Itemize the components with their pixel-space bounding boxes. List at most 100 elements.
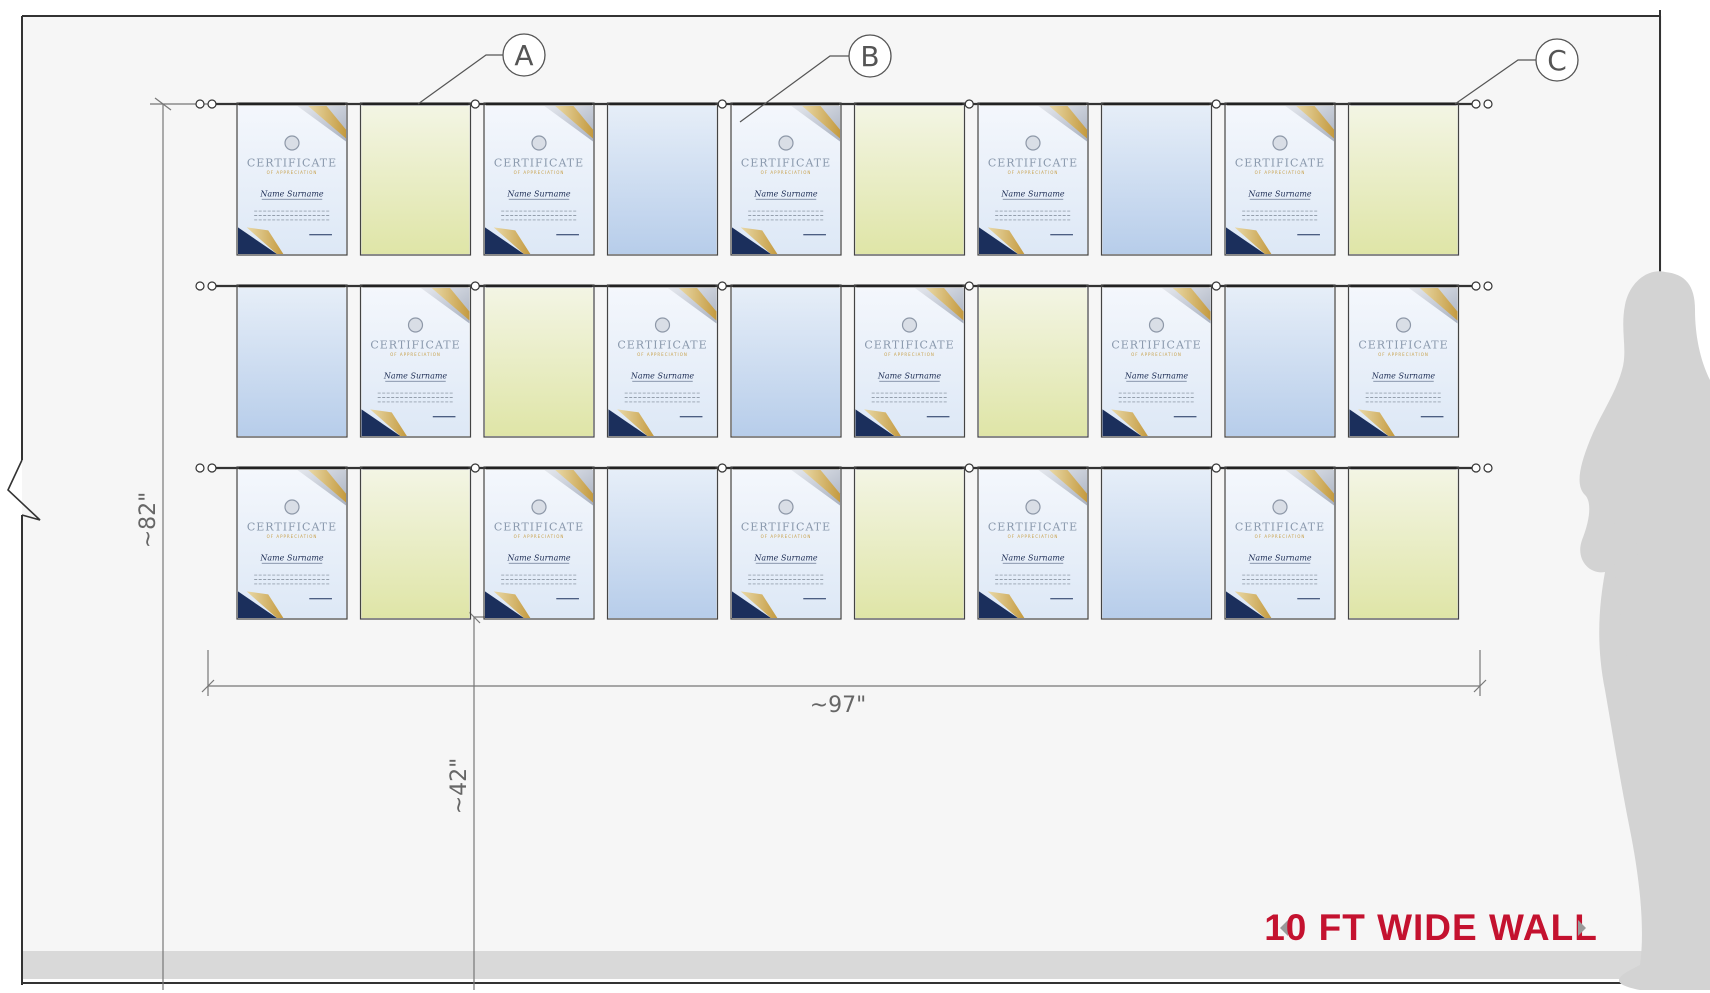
rail-connector [964,99,974,109]
rail-end-cap [207,99,217,109]
frame-panel-blue [1102,470,1211,618]
frame-certificate: CERTIFICATEOF APPRECIATION Name Surname [483,102,595,256]
frame-certificate: CERTIFICATEOF APPRECIATION Name Surname [236,102,348,256]
certificate-title: CERTIFICATE [247,157,337,170]
frame-blue [1224,284,1336,438]
floor-strip [22,951,1662,979]
certificate-title: CERTIFICATE [988,521,1078,534]
rail-connector [1211,99,1221,109]
certificate-subtitle: OF APPRECIATION [267,534,318,539]
width-dimension-label: ~97" [810,693,867,718]
certificate-seal-icon [778,135,794,151]
frame-panel-yellow [979,288,1087,436]
certificate-subtitle: OF APPRECIATION [1378,352,1429,357]
frame-panel-blue [1102,106,1211,254]
frame-blue [236,284,348,438]
rail-end-cap [195,463,205,473]
callout-c-label: C [1547,44,1567,77]
certificate-subtitle: OF APPRECIATION [761,170,812,175]
certificate-name: Name Surname [630,371,695,380]
rail-connector [717,281,727,291]
certificate-title: CERTIFICATE [741,521,831,534]
certificate-seal-icon [901,317,918,333]
certificate-name: Name Surname [1124,371,1189,380]
height-dimension-label: ~82" [136,492,161,549]
certificate-seal-icon [531,135,547,151]
frame-yellow [1347,102,1460,256]
certificate-name: Name Surname [753,553,818,562]
certificate-title: CERTIFICATE [1111,339,1201,352]
certificate-seal-icon [284,135,300,151]
certificate-title: CERTIFICATE [370,339,460,352]
certificate-title: CERTIFICATE [617,339,707,352]
rail-end-cap [207,281,217,291]
frame-yellow [853,102,966,256]
rail-end-cap [195,281,205,291]
rail-end-cap [1471,99,1481,109]
rail-end-cap [1471,463,1481,473]
certificate-name: Name Surname [259,553,324,562]
frame-certificate: CERTIFICATEOF APPRECIATION Name Surname [1224,102,1336,256]
certificate-name: Name Surname [259,189,324,198]
certificate-seal-icon [284,499,300,515]
certificate-title: CERTIFICATE [988,157,1078,170]
frame-panel-yellow [361,470,470,618]
frame-panel-yellow [1349,106,1458,254]
certificate-seal-icon [407,317,424,333]
rail-end-cap [207,463,217,473]
rail-connector [470,281,480,291]
rail-connector [1211,463,1221,473]
certificate-name: Name Surname [506,189,571,198]
certificate-subtitle: OF APPRECIATION [267,170,318,175]
certificate-title: CERTIFICATE [741,157,831,170]
certificate-subtitle: OF APPRECIATION [514,170,565,175]
rail-end-cap [1483,463,1493,473]
certificate-seal-icon [531,499,547,515]
certificate-seal-icon [1395,317,1412,333]
certificate-title: CERTIFICATE [1358,339,1448,352]
bottom-height-dimension-label: ~42" [447,758,472,815]
frame-panel-blue [1226,288,1334,436]
frame-panel-blue [608,470,717,618]
certificate-name: Name Surname [1247,189,1312,198]
certificate-subtitle: OF APPRECIATION [1255,534,1306,539]
certificate-subtitle: OF APPRECIATION [390,352,441,357]
frame-certificate: CERTIFICATEOF APPRECIATION Name Surname [483,466,595,620]
frame-certificate: CERTIFICATEOF APPRECIATION Name Surname [977,466,1089,620]
certificate-subtitle: OF APPRECIATION [637,352,688,357]
frame-panel-blue [608,106,717,254]
frame-yellow [359,102,472,256]
certificate-subtitle: OF APPRECIATION [1008,170,1059,175]
certificate-subtitle: OF APPRECIATION [514,534,565,539]
rail-end-cap [1471,281,1481,291]
certificate-seal-icon [1272,499,1288,515]
certificate-name: Name Surname [506,553,571,562]
frame-certificate: CERTIFICATEOF APPRECIATION Name Surname [730,102,842,256]
rail-end-cap [1483,281,1493,291]
rail-connector [1211,281,1221,291]
frame-panel-yellow [1349,470,1458,618]
certificate-subtitle: OF APPRECIATION [1008,534,1059,539]
certificate-name: Name Surname [877,371,942,380]
frame-yellow [359,466,472,620]
rail-connector [964,281,974,291]
certificate-name: Name Surname [1247,553,1312,562]
frame-certificate: CERTIFICATEOF APPRECIATION Name Surname [977,102,1089,256]
wall-layout-diagram: ~82" ~97" ~42" CERTIFICATEOF APPRECIATIO… [7,10,1710,991]
rail-connector [470,463,480,473]
certificate-name: Name Surname [1000,189,1065,198]
certificate-subtitle: OF APPRECIATION [1131,352,1182,357]
certificate-name: Name Surname [383,371,448,380]
rail-end-cap [195,99,205,109]
frame-blue [1100,466,1213,620]
frame-certificate: CERTIFICATEOF APPRECIATION Name Surname [359,284,472,438]
certificate-name: Name Surname [1000,553,1065,562]
frame-certificate: CERTIFICATEOF APPRECIATION Name Surname [1347,284,1460,438]
callout-b-label: B [860,40,879,73]
certificate-seal-icon [1025,499,1041,515]
certificate-title: CERTIFICATE [864,339,954,352]
frame-panel-yellow [855,470,964,618]
frame-panel-blue [238,288,346,436]
frame-blue [606,466,719,620]
frame-certificate: CERTIFICATEOF APPRECIATION Name Surname [236,466,348,620]
